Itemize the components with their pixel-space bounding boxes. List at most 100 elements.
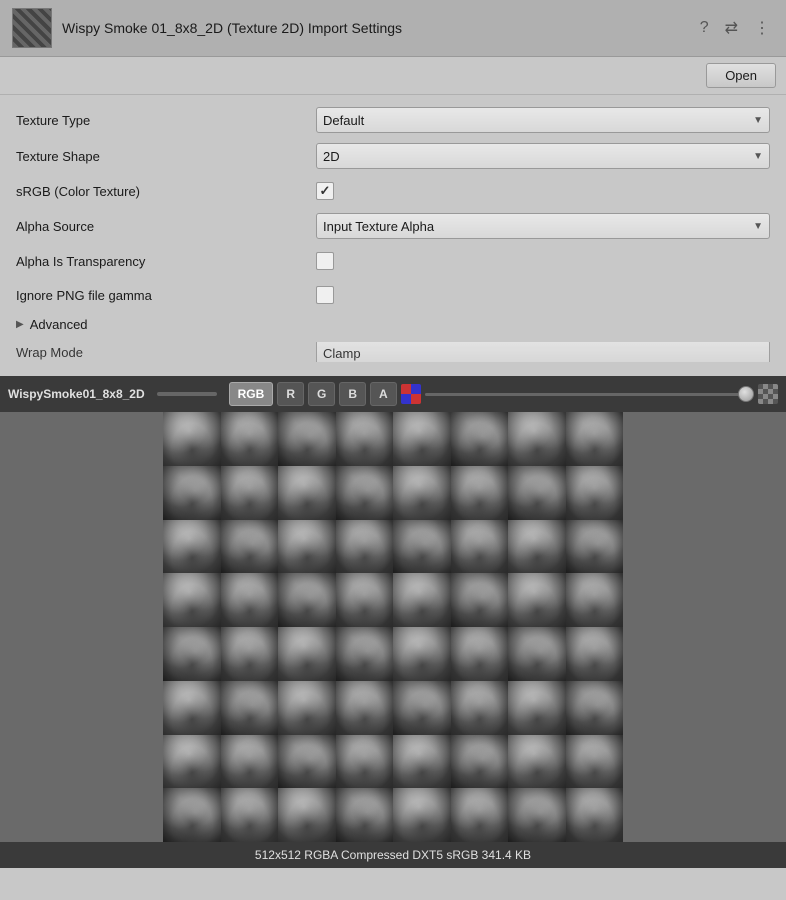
sprite-cell bbox=[221, 466, 279, 520]
sprite-cell bbox=[508, 681, 566, 735]
preview-area bbox=[0, 412, 786, 842]
title-bar-left: Wispy Smoke 01_8x8_2D (Texture 2D) Impor… bbox=[12, 8, 402, 48]
status-bar: 512x512 RGBA Compressed DXT5 sRGB 341.4 … bbox=[0, 842, 786, 868]
sprite-cell bbox=[393, 788, 451, 842]
sprite-cell bbox=[508, 735, 566, 789]
sprite-cell bbox=[278, 520, 336, 574]
window: Wispy Smoke 01_8x8_2D (Texture 2D) Impor… bbox=[0, 0, 786, 868]
channel-g-button[interactable]: G bbox=[308, 382, 335, 406]
sprite-cell bbox=[451, 788, 509, 842]
sprite-cell bbox=[508, 520, 566, 574]
sprite-cell bbox=[221, 412, 279, 466]
help-button[interactable]: ? bbox=[696, 17, 713, 39]
title-icons: ? ⇄ ⋮ bbox=[696, 16, 774, 40]
texture-shape-row: Texture Shape 2D ▼ bbox=[16, 143, 770, 169]
sprite-cell bbox=[336, 681, 394, 735]
open-button[interactable]: Open bbox=[706, 63, 776, 88]
checkerboard-icon[interactable] bbox=[758, 384, 778, 404]
texture-type-dropdown[interactable]: Default ▼ bbox=[316, 107, 770, 133]
srgb-row: sRGB (Color Texture) bbox=[16, 179, 770, 203]
sprite-cell bbox=[451, 520, 509, 574]
sprite-cell bbox=[336, 735, 394, 789]
alpha-source-value: Input Texture Alpha bbox=[323, 219, 434, 234]
alpha-source-control: Input Texture Alpha ▼ bbox=[316, 213, 770, 239]
sprite-cell bbox=[451, 412, 509, 466]
brightness-slider[interactable] bbox=[425, 393, 754, 396]
zoom-slider-track[interactable] bbox=[157, 392, 217, 396]
wrap-mode-control: Clamp bbox=[316, 342, 770, 362]
sprite-cell bbox=[508, 573, 566, 627]
sprite-cell bbox=[508, 466, 566, 520]
more-options-button[interactable]: ⋮ bbox=[750, 16, 774, 40]
sprite-cell bbox=[278, 573, 336, 627]
sprite-cell bbox=[163, 466, 221, 520]
sprite-cell bbox=[566, 466, 624, 520]
sprite-cell bbox=[393, 681, 451, 735]
sprite-cell bbox=[508, 627, 566, 681]
sprite-cell bbox=[393, 466, 451, 520]
sprite-cell bbox=[566, 788, 624, 842]
sprite-cell bbox=[336, 573, 394, 627]
triangle-icon: ▶ bbox=[16, 319, 24, 330]
sprite-cell bbox=[566, 412, 624, 466]
slider-knob[interactable] bbox=[738, 386, 754, 402]
sprite-cell bbox=[336, 412, 394, 466]
texture-type-label: Texture Type bbox=[16, 113, 316, 128]
advanced-section[interactable]: ▶ Advanced bbox=[16, 317, 770, 332]
sprite-cell bbox=[221, 735, 279, 789]
status-info: 512x512 RGBA Compressed DXT5 sRGB 341.4 … bbox=[255, 848, 531, 862]
sprite-cell bbox=[393, 573, 451, 627]
chevron-down-icon-2: ▼ bbox=[753, 151, 763, 162]
advanced-label: Advanced bbox=[30, 317, 88, 332]
texture-type-control: Default ▼ bbox=[316, 107, 770, 133]
sprite-cell bbox=[336, 466, 394, 520]
channel-b-button[interactable]: B bbox=[339, 382, 366, 406]
texture-shape-control: 2D ▼ bbox=[316, 143, 770, 169]
preview-filename: WispySmoke01_8x8_2D bbox=[8, 387, 145, 401]
alpha-transparency-control bbox=[316, 252, 770, 270]
srgb-checkbox[interactable] bbox=[316, 182, 334, 200]
sprite-cell bbox=[278, 788, 336, 842]
texture-shape-label: Texture Shape bbox=[16, 149, 316, 164]
sprite-cell bbox=[163, 627, 221, 681]
sprite-cell bbox=[163, 788, 221, 842]
texture-type-row: Texture Type Default ▼ bbox=[16, 107, 770, 133]
sprite-cell bbox=[451, 735, 509, 789]
sprite-cell bbox=[278, 681, 336, 735]
sprite-cell bbox=[278, 466, 336, 520]
channel-r-button[interactable]: R bbox=[277, 382, 304, 406]
sprite-cell bbox=[278, 735, 336, 789]
sprite-cell bbox=[221, 788, 279, 842]
open-btn-row: Open bbox=[0, 57, 786, 95]
sprite-cell bbox=[163, 735, 221, 789]
srgb-label: sRGB (Color Texture) bbox=[16, 184, 316, 199]
channel-a-button[interactable]: A bbox=[370, 382, 397, 406]
ignore-png-label: Ignore PNG file gamma bbox=[16, 288, 316, 303]
channel-rgb-button[interactable]: RGB bbox=[229, 382, 274, 406]
sprite-cell bbox=[221, 573, 279, 627]
title-bar: Wispy Smoke 01_8x8_2D (Texture 2D) Impor… bbox=[0, 0, 786, 57]
sprite-cell bbox=[393, 520, 451, 574]
settings-icon-button[interactable]: ⇄ bbox=[721, 16, 742, 40]
texture-thumbnail bbox=[12, 8, 52, 48]
smoke-sprite-grid bbox=[163, 412, 623, 842]
sprite-cell bbox=[278, 412, 336, 466]
wrap-mode-dropdown[interactable]: Clamp bbox=[316, 342, 770, 362]
sprite-cell bbox=[393, 412, 451, 466]
wrap-mode-value: Clamp bbox=[323, 346, 361, 361]
sprite-cell bbox=[566, 573, 624, 627]
sprite-cell bbox=[163, 412, 221, 466]
sprite-cell bbox=[508, 412, 566, 466]
sprite-cell bbox=[566, 627, 624, 681]
texture-shape-dropdown[interactable]: 2D ▼ bbox=[316, 143, 770, 169]
alpha-transparency-checkbox[interactable] bbox=[316, 252, 334, 270]
channel-color-icon bbox=[401, 384, 421, 404]
sprite-cell bbox=[566, 735, 624, 789]
sprite-cell bbox=[336, 520, 394, 574]
settings-panel: Texture Type Default ▼ Texture Shape 2D … bbox=[0, 95, 786, 376]
chevron-down-icon: ▼ bbox=[753, 115, 763, 126]
ignore-png-checkbox[interactable] bbox=[316, 286, 334, 304]
alpha-source-row: Alpha Source Input Texture Alpha ▼ bbox=[16, 213, 770, 239]
sprite-cell bbox=[451, 627, 509, 681]
alpha-source-dropdown[interactable]: Input Texture Alpha ▼ bbox=[316, 213, 770, 239]
